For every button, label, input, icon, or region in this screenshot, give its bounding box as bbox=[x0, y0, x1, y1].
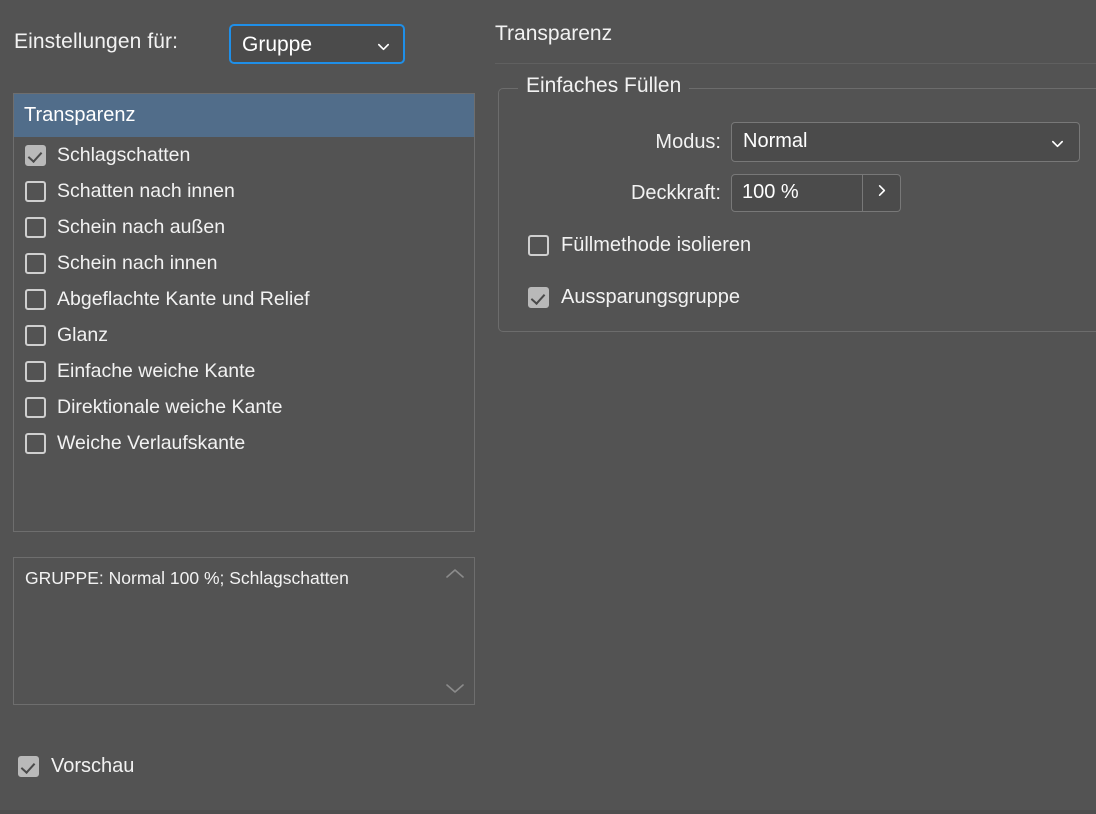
appearance-summary-text: GRUPPE: Normal 100 %; Schlagschatten bbox=[25, 568, 349, 588]
effect-row[interactable]: Schlagschatten bbox=[14, 137, 474, 173]
isolate-blending-row[interactable]: Füllmethode isolieren bbox=[528, 234, 751, 257]
isolate-blending-checkbox[interactable] bbox=[528, 235, 549, 256]
effect-row[interactable]: Abgeflachte Kante und Relief bbox=[14, 281, 474, 317]
effect-checkbox[interactable] bbox=[25, 144, 46, 166]
chevron-right-icon bbox=[874, 183, 889, 203]
knockout-group-row[interactable]: Aussparungsgruppe bbox=[528, 286, 740, 309]
settings-for-label: Einstellungen für: bbox=[14, 30, 179, 53]
blend-mode-value: Normal bbox=[743, 130, 808, 152]
opacity-row: Deckkraft: 100 % bbox=[499, 174, 1096, 212]
target-select-value: Gruppe bbox=[242, 33, 313, 56]
effects-section-title: Transparenz bbox=[24, 104, 136, 126]
effect-checkbox[interactable] bbox=[25, 288, 46, 310]
effect-checkbox[interactable] bbox=[25, 396, 46, 418]
effect-label: Weiche Verlaufskante bbox=[57, 431, 246, 454]
effect-label: Schatten nach innen bbox=[57, 179, 235, 202]
simple-fill-group: Einfaches Füllen Modus: Normal Deckkraft… bbox=[498, 74, 1096, 332]
pane-title-divider bbox=[495, 63, 1096, 64]
knockout-group-label: Aussparungsgruppe bbox=[561, 286, 741, 308]
effect-label: Glanz bbox=[57, 323, 108, 346]
opacity-input[interactable]: 100 % bbox=[731, 174, 863, 212]
chevron-down-icon bbox=[1050, 136, 1065, 151]
effect-label: Schlagschatten bbox=[57, 143, 191, 166]
effect-row[interactable]: Glanz bbox=[14, 317, 474, 353]
effect-row[interactable]: Schatten nach innen bbox=[14, 173, 474, 209]
window-bottom-edge bbox=[0, 810, 1096, 814]
settings-for-row: Einstellungen für: Gruppe bbox=[0, 0, 480, 84]
isolate-blending-label: Füllmethode isolieren bbox=[561, 234, 752, 256]
effect-checkbox[interactable] bbox=[25, 216, 46, 238]
effects-section-header[interactable]: Transparenz bbox=[14, 94, 474, 137]
effects-items: Schlagschatten Schatten nach innen Schein … bbox=[14, 137, 474, 461]
effects-list-panel: Transparenz Schlagschatten Schatten nach … bbox=[13, 93, 475, 532]
effect-checkbox[interactable] bbox=[25, 324, 46, 346]
effect-label: Einfache weiche Kante bbox=[57, 359, 256, 382]
blend-mode-select[interactable]: Normal bbox=[731, 122, 1080, 162]
effect-row[interactable]: Direktionale weiche Kante bbox=[14, 389, 474, 425]
blend-mode-row: Modus: Normal bbox=[499, 122, 1096, 162]
effect-label: Schein nach außen bbox=[57, 215, 226, 238]
effect-checkbox[interactable] bbox=[25, 252, 46, 274]
effect-row[interactable]: Schein nach innen bbox=[14, 245, 474, 281]
opacity-label: Deckkraft: bbox=[630, 181, 721, 204]
opacity-slider-button[interactable] bbox=[863, 174, 901, 212]
pane-title: Transparenz bbox=[495, 22, 613, 45]
effect-row[interactable]: Schein nach außen bbox=[14, 209, 474, 245]
chevron-down-icon[interactable] bbox=[444, 682, 466, 695]
preview-checkbox[interactable] bbox=[18, 756, 39, 777]
blend-mode-label: Modus: bbox=[655, 130, 721, 153]
simple-fill-legend: Einfaches Füllen bbox=[518, 74, 690, 98]
transparency-options-pane: Transparenz Einfaches Füllen Modus: Norm… bbox=[495, 0, 1096, 814]
effect-checkbox[interactable] bbox=[25, 360, 46, 382]
opacity-value: 100 % bbox=[742, 181, 799, 203]
target-select[interactable]: Gruppe bbox=[229, 24, 405, 64]
effect-checkbox[interactable] bbox=[25, 432, 46, 454]
effect-checkbox[interactable] bbox=[25, 180, 46, 202]
effect-row[interactable]: Einfache weiche Kante bbox=[14, 353, 474, 389]
effect-label: Abgeflachte Kante und Relief bbox=[57, 287, 310, 310]
chevron-up-icon[interactable] bbox=[444, 567, 466, 580]
effect-label: Direktionale weiche Kante bbox=[57, 395, 283, 418]
opacity-control: 100 % bbox=[731, 174, 901, 212]
knockout-group-checkbox[interactable] bbox=[528, 287, 549, 308]
chevron-down-icon bbox=[376, 39, 391, 54]
preview-label: Vorschau bbox=[51, 755, 135, 777]
preview-checkbox-row[interactable]: Vorschau bbox=[18, 755, 134, 778]
appearance-summary-box[interactable]: GRUPPE: Normal 100 %; Schlagschatten bbox=[13, 557, 475, 705]
effect-label: Schein nach innen bbox=[57, 251, 218, 274]
effect-row[interactable]: Weiche Verlaufskante bbox=[14, 425, 474, 461]
